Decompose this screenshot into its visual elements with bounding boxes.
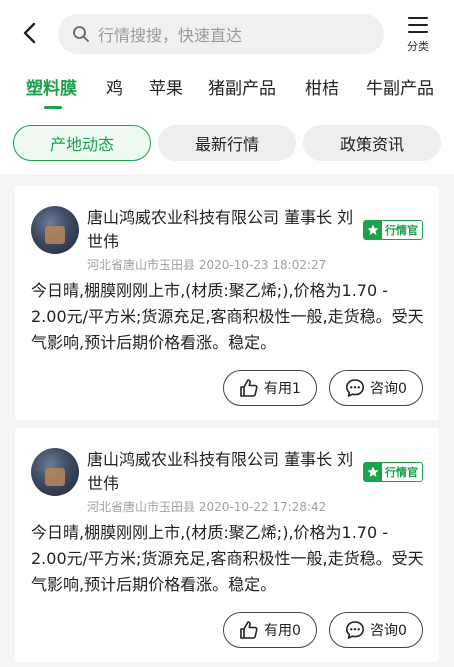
search-icon — [70, 23, 92, 45]
tab-apple[interactable]: 苹果 — [149, 74, 183, 99]
subtab-latest-market[interactable]: 最新行情 — [158, 125, 296, 161]
useful-button[interactable]: 有用0 — [223, 612, 317, 648]
author-name[interactable]: 唐山鸿威农业科技有限公司 董事长 刘世伟 — [87, 448, 363, 496]
tab-plastic-film[interactable]: 塑料膜 — [26, 74, 77, 99]
back-button[interactable] — [14, 18, 44, 48]
star-icon — [364, 463, 382, 481]
chat-icon — [345, 620, 365, 640]
post-meta: 河北省唐山市玉田县 2020-10-22 17:28:42 — [87, 498, 326, 515]
star-icon — [364, 221, 382, 239]
avatar[interactable] — [31, 448, 79, 496]
consult-label: 咨询0 — [370, 623, 407, 639]
menu-icon — [408, 17, 428, 33]
top-bar: 行情搜搜，快速直达 分类 — [0, 0, 454, 68]
thumbs-up-icon — [239, 620, 259, 640]
commodity-tabs: 塑料膜 鸡 苹果 猪副产品 柑桔 牛副产品 — [0, 68, 454, 114]
post-meta: 河北省唐山市玉田县 2020-10-23 18:02:27 — [87, 256, 326, 273]
tab-chicken[interactable]: 鸡 — [106, 74, 123, 99]
category-label: 分类 — [407, 40, 429, 53]
badge-label: 行情官 — [385, 224, 418, 237]
tab-cattle-byproducts[interactable]: 牛副产品 — [366, 74, 434, 99]
search-placeholder: 行情搜搜，快速直达 — [98, 26, 243, 45]
chevron-left-icon — [23, 22, 36, 44]
post-time: 2020-10-23 18:02:27 — [198, 258, 327, 272]
post-card: 唐山鸿威农业科技有限公司 董事长 刘世伟 行情官 河北省唐山市玉田县 2020-… — [15, 428, 439, 662]
chat-icon — [345, 378, 365, 398]
post-card: 唐山鸿威农业科技有限公司 董事长 刘世伟 行情官 河北省唐山市玉田县 2020-… — [15, 186, 439, 420]
post-location: 河北省唐山市玉田县 — [87, 258, 196, 272]
subtab-origin-news[interactable]: 产地动态 — [13, 125, 151, 161]
active-tab-indicator — [44, 106, 62, 109]
sub-tabs: 产地动态 最新行情 政策资讯 — [0, 114, 454, 174]
post-content: 今日晴,棚膜刚刚上市,(材质:聚乙烯;),价格为1.70 - 2.00元/平方米… — [31, 281, 424, 352]
subtab-policy-info[interactable]: 政策资讯 — [303, 125, 441, 161]
badge-label: 行情官 — [385, 466, 418, 479]
category-button[interactable]: 分类 — [398, 14, 438, 58]
consult-button[interactable]: 咨询0 — [329, 370, 423, 406]
market-officer-badge: 行情官 — [363, 462, 423, 482]
author-name[interactable]: 唐山鸿威农业科技有限公司 董事长 刘世伟 — [87, 206, 363, 254]
post-time: 2020-10-22 17:28:42 — [198, 500, 327, 514]
avatar[interactable] — [31, 206, 79, 254]
useful-label: 有用0 — [264, 623, 301, 639]
post-content: 今日晴,棚膜刚刚上市,(材质:聚乙烯;),价格为1.70 - 2.00元/平方米… — [31, 523, 424, 594]
tab-citrus[interactable]: 柑桔 — [305, 74, 339, 99]
tab-pig-byproducts[interactable]: 猪副产品 — [208, 74, 276, 99]
market-officer-badge: 行情官 — [363, 220, 423, 240]
useful-button[interactable]: 有用1 — [223, 370, 317, 406]
post-location: 河北省唐山市玉田县 — [87, 500, 196, 514]
consult-label: 咨询0 — [370, 381, 407, 397]
search-input[interactable]: 行情搜搜，快速直达 — [58, 14, 384, 54]
consult-button[interactable]: 咨询0 — [329, 612, 423, 648]
thumbs-up-icon — [239, 378, 259, 398]
useful-label: 有用1 — [264, 381, 301, 397]
